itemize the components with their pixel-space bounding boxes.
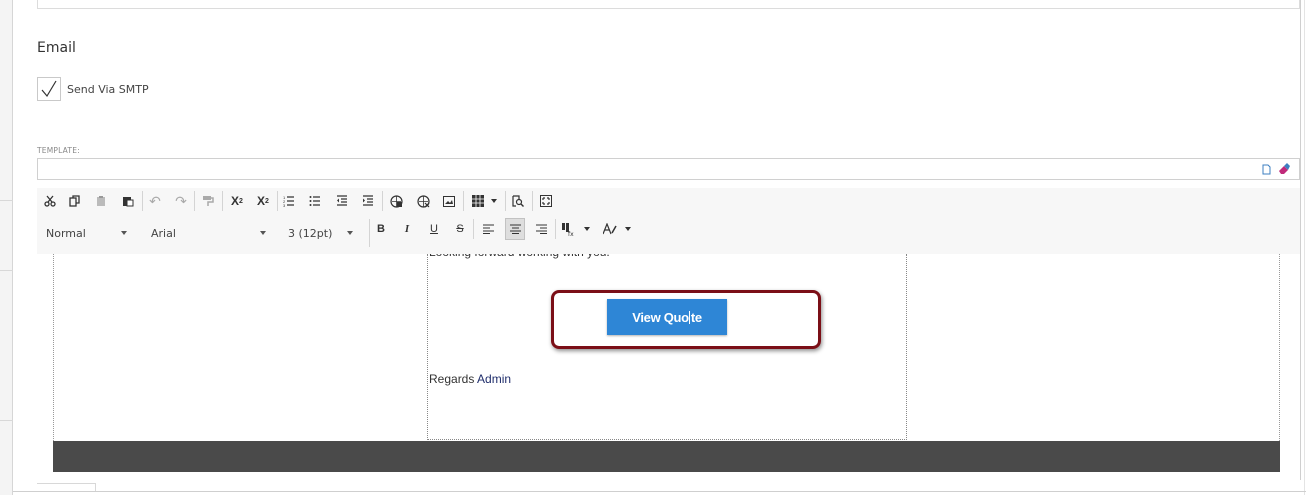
clear-format-button[interactable]: fx [559, 218, 593, 240]
toolbar-separator [222, 191, 223, 211]
font-color-icon [603, 223, 617, 235]
toolbar-separator [555, 219, 556, 239]
toolbar-separator [369, 219, 370, 247]
send-via-smtp-checkbox[interactable] [37, 77, 61, 101]
indent-icon[interactable] [359, 190, 377, 212]
font-name-select[interactable]: Arial [144, 220, 274, 246]
toolbar-separator [505, 191, 506, 211]
chevron-down-icon [260, 231, 266, 235]
chevron-down-icon [490, 199, 497, 203]
paste-from-word-icon[interactable] [119, 190, 137, 212]
subscript-button[interactable]: X2 [253, 190, 273, 212]
chevron-down-icon [625, 227, 631, 231]
editor-resize-handle[interactable] [37, 483, 96, 484]
panel-border [1300, 0, 1301, 480]
rail-divider [0, 270, 13, 271]
svg-text:fx: fx [568, 231, 574, 236]
insert-link-icon[interactable] [387, 190, 405, 212]
chevron-down-icon [347, 231, 353, 235]
copy-icon[interactable] [1260, 163, 1272, 175]
fullscreen-icon[interactable] [537, 190, 555, 212]
align-right-icon[interactable] [532, 218, 550, 240]
format-block-value: Normal [46, 226, 86, 240]
rail-divider [0, 420, 13, 421]
redo-icon[interactable]: ↷ [172, 190, 190, 212]
toolbar-separator [142, 191, 143, 211]
chevron-down-icon [121, 231, 127, 235]
remove-link-icon[interactable] [414, 190, 432, 212]
view-quote-label-start: View Quo [632, 309, 689, 325]
font-size-value: 3 (12pt) [288, 226, 333, 240]
strikethrough-button[interactable]: S [451, 218, 469, 240]
toolbar-separator [277, 191, 278, 211]
font-name-value: Arial [151, 226, 176, 240]
find-replace-icon[interactable] [509, 190, 527, 212]
toolbar-separator [382, 191, 383, 211]
insert-table-icon [471, 195, 484, 207]
left-rail [0, 0, 13, 495]
align-left-icon[interactable] [479, 218, 497, 240]
view-quote-button[interactable]: View Quo te [607, 299, 727, 335]
underline-button[interactable]: U [425, 218, 443, 240]
send-via-smtp-label: Send Via SMTP [67, 83, 149, 96]
superscript-button[interactable]: X2 [227, 190, 247, 212]
paste-icon[interactable] [92, 190, 110, 212]
bold-button[interactable]: B [372, 218, 390, 240]
insert-table-button[interactable] [467, 190, 501, 212]
unordered-list-icon[interactable] [306, 190, 324, 212]
font-color-button[interactable] [600, 218, 634, 240]
panel-border [13, 491, 1306, 492]
italic-button[interactable]: I [398, 218, 416, 240]
view-quote-label-end: te [690, 309, 702, 325]
undo-icon[interactable]: ↶ [146, 190, 164, 212]
ordered-list-icon[interactable]: 123 [280, 190, 298, 212]
insert-image-icon[interactable] [440, 190, 458, 212]
svg-text:3: 3 [283, 203, 286, 207]
regards-line: Regards Admin [429, 372, 511, 386]
copy-icon[interactable] [66, 190, 84, 212]
toolbar-separator [463, 191, 464, 211]
format-painter-icon[interactable] [199, 190, 217, 212]
email-footer-bar [53, 441, 1280, 472]
scrollbar-track[interactable] [1304, 0, 1305, 495]
template-label: TEMPLATE: [37, 146, 80, 155]
toolbar-separator [194, 191, 195, 211]
align-center-icon[interactable] [505, 218, 525, 240]
template-input[interactable] [37, 158, 1300, 180]
outdent-icon[interactable] [333, 190, 351, 212]
eraser-icon[interactable] [1278, 163, 1290, 175]
chevron-down-icon [584, 227, 590, 231]
font-size-select[interactable]: 3 (12pt) [281, 220, 361, 246]
subscript-label: X [257, 194, 266, 208]
cut-icon[interactable] [41, 190, 59, 212]
email-section-title: Email [37, 40, 76, 56]
toolbar-separator [532, 191, 533, 211]
toolbar-separator [473, 219, 474, 239]
clear-format-icon: fx [562, 222, 574, 236]
checkmark-icon [41, 80, 57, 98]
superscript-label: X [231, 194, 240, 208]
format-block-select[interactable]: Normal [39, 220, 135, 246]
regards-text: Regards [429, 372, 475, 386]
regards-name: Admin [477, 372, 512, 386]
previous-field [37, 0, 1300, 9]
editor-resize-handle [95, 483, 96, 491]
rail-divider [0, 200, 13, 201]
